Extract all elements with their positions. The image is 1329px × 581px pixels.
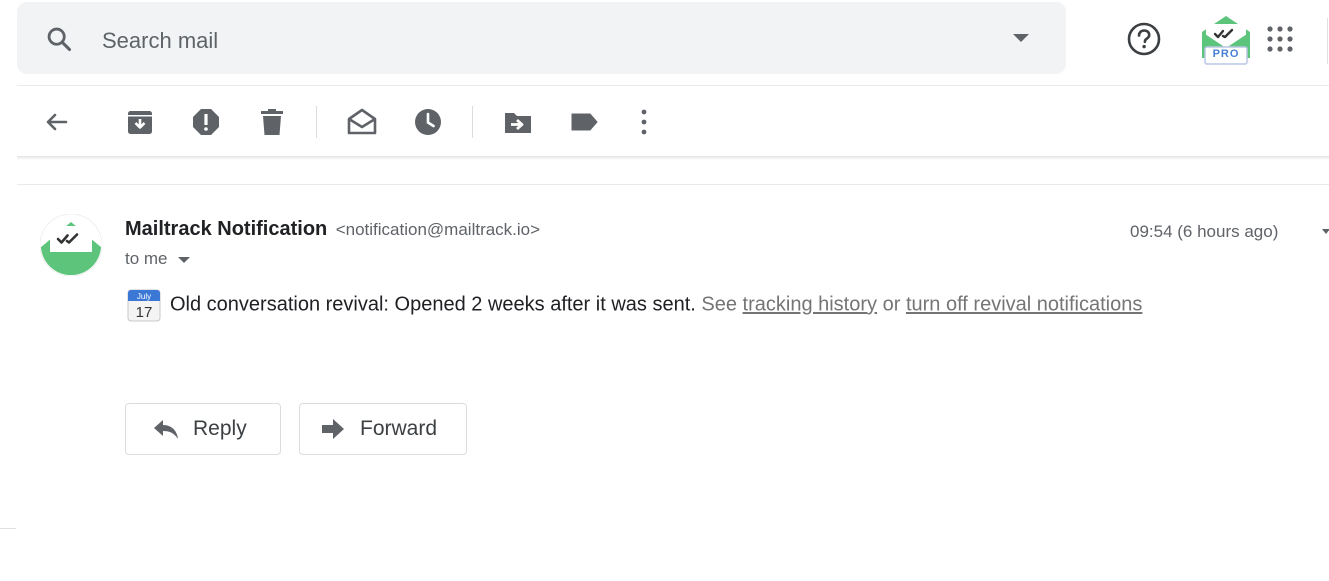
move-to-icon[interactable] <box>502 106 534 138</box>
message-divider <box>17 184 1329 185</box>
tracking-history-link[interactable]: tracking history <box>743 294 878 316</box>
reply-label: Reply <box>193 417 247 440</box>
toolbar-shadow <box>17 156 1329 160</box>
forward-label: Forward <box>360 417 438 440</box>
see-text: See <box>701 293 737 316</box>
header-divider <box>1327 18 1328 64</box>
archive-icon[interactable] <box>124 106 156 138</box>
sender-avatar <box>40 214 102 276</box>
bottom-edge-line <box>0 528 16 529</box>
forward-arrow-icon <box>322 419 344 439</box>
toolbar-separator <box>472 106 473 138</box>
search-icon[interactable] <box>45 25 73 53</box>
delete-trash-icon[interactable] <box>256 106 288 138</box>
more-options-icon[interactable] <box>628 106 660 138</box>
label-tag-icon[interactable] <box>568 106 600 138</box>
back-arrow-icon[interactable] <box>40 106 72 138</box>
recipient-line[interactable]: to me <box>125 249 191 269</box>
report-spam-icon[interactable] <box>190 106 222 138</box>
forward-button[interactable]: Forward <box>299 403 467 455</box>
calendar-month: July <box>137 292 151 301</box>
sender-name[interactable]: Mailtrack Notification <box>125 218 327 240</box>
recipient-details-caret-icon[interactable] <box>178 256 191 264</box>
mailtrack-pro-logo[interactable]: PRO <box>1200 12 1252 66</box>
toolbar-separator <box>316 106 317 138</box>
recipient-text: to me <box>125 249 168 268</box>
search-input[interactable]: Search mail <box>102 28 218 54</box>
mark-unread-icon[interactable] <box>346 106 378 138</box>
apps-grid-icon[interactable] <box>1266 25 1294 53</box>
sender-email: <notification@mailtrack.io> <box>335 220 541 239</box>
search-bar[interactable]: Search mail <box>17 2 1066 74</box>
calendar-day: 17 <box>136 304 153 321</box>
or-text: or <box>882 293 901 316</box>
snooze-clock-icon[interactable] <box>412 106 444 138</box>
search-options-caret-icon[interactable] <box>1012 33 1030 43</box>
reply-arrow-icon <box>154 420 178 439</box>
header-bottom-divider <box>17 85 1329 86</box>
notification-text: Old conversation revival: Opened 2 weeks… <box>170 293 696 316</box>
message-more-caret-icon[interactable] <box>1322 228 1329 236</box>
turn-off-revival-link[interactable]: turn off revival notifications <box>906 294 1142 316</box>
pro-badge: PRO <box>1212 48 1240 60</box>
message-timestamp[interactable]: 09:54 (6 hours ago) <box>1130 222 1278 242</box>
message-body: July 17 Old conversation revival: Opened… <box>126 287 1142 323</box>
sender-line: Mailtrack Notification <notification@mai… <box>125 218 540 241</box>
calendar-icon: July 17 <box>127 289 161 322</box>
help-icon[interactable] <box>1126 21 1162 57</box>
reply-button[interactable]: Reply <box>125 403 281 455</box>
